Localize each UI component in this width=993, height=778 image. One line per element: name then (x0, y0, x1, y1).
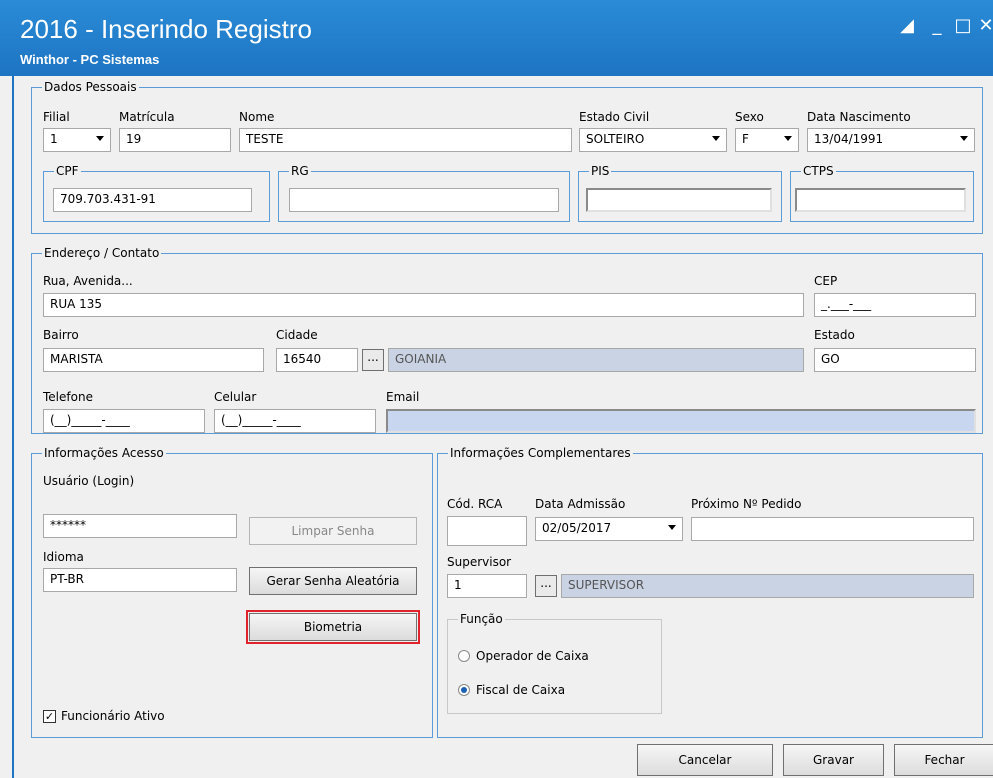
rua-field[interactable]: RUA 135 (43, 293, 804, 317)
sexo-label: Sexo (735, 110, 764, 124)
rg-field[interactable] (289, 188, 559, 212)
cidade-label: Cidade (276, 328, 318, 342)
pis-field[interactable] (586, 188, 772, 212)
maximize-icon[interactable]: □ (952, 16, 974, 36)
operador-caixa-radio[interactable] (458, 650, 470, 662)
data-admissao-select[interactable]: 02/05/2017 (535, 517, 683, 541)
dados-pessoais-legend: Dados Pessoais (44, 80, 137, 94)
cidade-name-field: GOIANIA (388, 348, 804, 372)
pis-legend: PIS (591, 164, 610, 178)
ctps-legend: CTPS (803, 164, 834, 178)
biometria-button[interactable]: Biometria (246, 610, 420, 644)
funcao-legend: Função (460, 612, 503, 626)
matricula-label: Matrícula (119, 110, 175, 124)
proximo-pedido-label: Próximo Nº Pedido (691, 497, 802, 511)
data-nascimento-value: 13/04/1991 (814, 132, 884, 146)
estado-civil-select[interactable]: SOLTEIRO (579, 128, 727, 152)
email-label: Email (386, 390, 420, 404)
cpf-legend: CPF (56, 164, 79, 178)
proximo-pedido-field[interactable] (691, 517, 974, 541)
endereco-legend: Endereço / Contato (44, 246, 160, 260)
restore-icon[interactable]: ◢ (896, 16, 918, 36)
cpf-field[interactable]: 709.703.431-91 (53, 188, 252, 212)
ctps-field[interactable] (795, 188, 966, 212)
bairro-field[interactable]: MARISTA (43, 348, 264, 372)
funcionario-ativo-checkbox[interactable]: ✓ (43, 710, 56, 723)
gravar-button[interactable]: Gravar (783, 744, 884, 776)
chevron-down-icon (784, 136, 792, 141)
form-area: Dados Pessoais Filial 1 Matrícula 19 Nom… (12, 76, 993, 778)
nome-field[interactable]: TESTE (239, 128, 572, 152)
usuario-field[interactable]: ****** (43, 514, 237, 538)
estado-field[interactable]: GO (814, 348, 976, 372)
supervisor-code-field[interactable]: 1 (447, 574, 527, 598)
rua-label: Rua, Avenida... (43, 274, 133, 288)
minimize-icon[interactable]: _ (926, 16, 948, 36)
telefone-label: Telefone (43, 390, 93, 404)
close-icon[interactable]: ✕ (975, 16, 993, 36)
window-subtitle: Winthor - PC Sistemas (20, 52, 160, 67)
fiscal-caixa-label: Fiscal de Caixa (476, 683, 566, 697)
funcionario-ativo-label: Funcionário Ativo (61, 709, 165, 723)
estado-label: Estado (814, 328, 855, 342)
matricula-field[interactable]: 19 (119, 128, 231, 152)
chevron-down-icon (668, 525, 676, 530)
filial-select[interactable]: 1 (43, 128, 111, 152)
filial-value: 1 (50, 132, 58, 146)
fiscal-caixa-radio[interactable] (458, 684, 470, 696)
data-nascimento-select[interactable]: 13/04/1991 (807, 128, 975, 152)
funcao-group: Função (447, 612, 662, 714)
chevron-down-icon (96, 136, 104, 141)
data-admissao-label: Data Admissão (535, 497, 626, 511)
gerar-senha-button[interactable]: Gerar Senha Aleatória (249, 567, 417, 595)
window-title: 2016 - Inserindo Registro (20, 14, 312, 44)
acesso-legend: Informações Acesso (44, 446, 164, 460)
usuario-label: Usuário (Login) (43, 474, 135, 488)
chevron-down-icon (712, 136, 720, 141)
nome-label: Nome (239, 110, 275, 124)
sexo-select[interactable]: F (735, 128, 799, 152)
telefone-field[interactable]: (__)_____-____ (43, 409, 205, 433)
bairro-label: Bairro (43, 328, 79, 342)
sexo-value: F (742, 132, 749, 146)
email-field[interactable] (386, 409, 976, 433)
cidade-search-button[interactable]: ... (362, 349, 384, 371)
estado-civil-value: SOLTEIRO (586, 132, 645, 146)
limpar-senha-button[interactable]: Limpar Senha (249, 517, 417, 545)
celular-label: Celular (214, 390, 257, 404)
supervisor-search-button[interactable]: ... (535, 575, 557, 597)
chevron-down-icon (960, 136, 968, 141)
cep-label: CEP (814, 274, 838, 288)
complementares-legend: Informações Complementares (450, 446, 631, 460)
filial-label: Filial (43, 110, 70, 124)
estado-civil-label: Estado Civil (579, 110, 650, 124)
idioma-field[interactable]: PT-BR (43, 568, 237, 592)
cancelar-button[interactable]: Cancelar (637, 744, 773, 776)
operador-caixa-label: Operador de Caixa (476, 649, 589, 663)
fechar-button[interactable]: Fechar (894, 744, 993, 776)
rg-legend: RG (291, 164, 309, 178)
cod-rca-field[interactable] (447, 516, 527, 546)
cod-rca-label: Cód. RCA (447, 497, 503, 511)
supervisor-label: Supervisor (447, 555, 512, 569)
idioma-label: Idioma (43, 550, 84, 564)
data-nascimento-label: Data Nascimento (807, 110, 911, 124)
cidade-code-field[interactable]: 16540 (276, 348, 358, 372)
data-admissao-value: 02/05/2017 (542, 521, 612, 535)
celular-field[interactable]: (__)_____-____ (214, 409, 376, 433)
window-titlebar[interactable]: 2016 - Inserindo Registro Winthor - PC S… (0, 0, 993, 76)
cep-field[interactable]: _.___-___ (814, 293, 976, 317)
supervisor-name-field: SUPERVISOR (561, 574, 974, 598)
